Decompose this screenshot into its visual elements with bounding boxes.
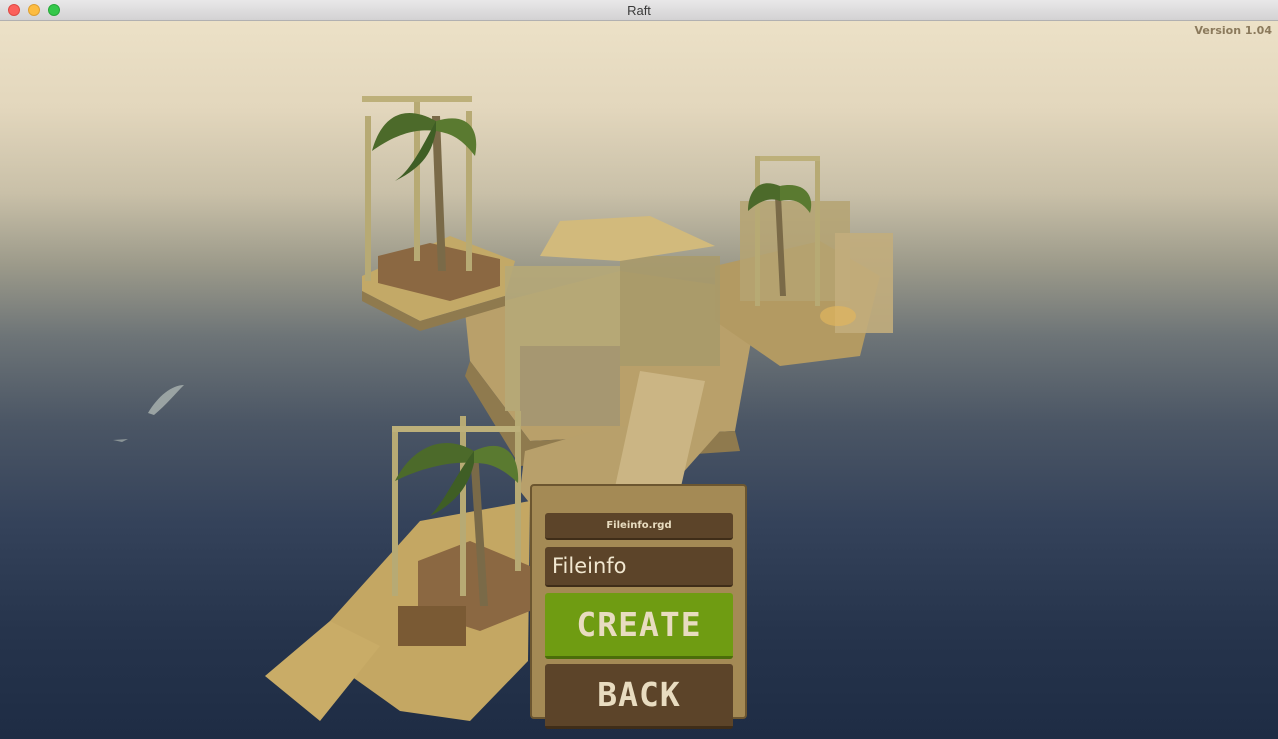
create-button[interactable]: CREATE (545, 593, 733, 659)
app-window: Raft Version 1.04 Fileinfo.rgd Fileinfo … (0, 0, 1278, 739)
version-label: Version 1.04 (1194, 24, 1272, 37)
window-title: Raft (627, 3, 651, 18)
title-bar: Raft (0, 0, 1278, 21)
new-game-panel: Fileinfo.rgd CREATE BACK (530, 484, 747, 729)
palm-planter-top-left (362, 96, 500, 301)
file-name-header: Fileinfo.rgd (545, 513, 733, 540)
back-button[interactable]: BACK (545, 664, 733, 729)
shark-fin (113, 385, 184, 442)
save-name-input[interactable] (545, 547, 733, 587)
